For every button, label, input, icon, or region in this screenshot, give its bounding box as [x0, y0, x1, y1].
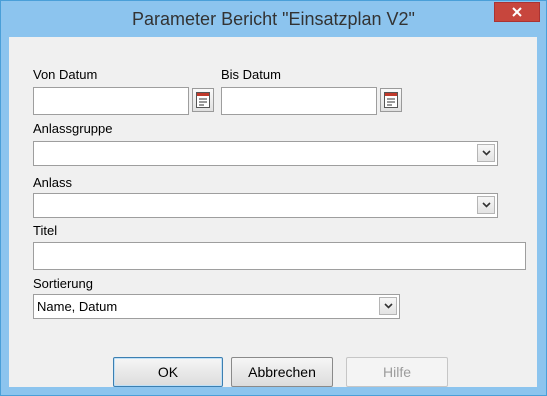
- chevron-down-icon: [482, 202, 491, 208]
- sortierung-select[interactable]: Name, Datum: [33, 294, 400, 319]
- von-datum-input[interactable]: [33, 87, 189, 115]
- calendar-icon: [384, 92, 398, 108]
- bis-datum-label: Bis Datum: [221, 67, 281, 82]
- anlassgruppe-dropdown-button[interactable]: [477, 144, 495, 162]
- titel-label: Titel: [33, 223, 58, 238]
- von-datum-label: Von Datum: [33, 67, 98, 82]
- von-datum-calendar-button[interactable]: [192, 88, 214, 112]
- bis-datum-calendar-button[interactable]: [380, 88, 402, 112]
- titel-input[interactable]: [33, 242, 526, 270]
- dialog-body: Von Datum Bis Datum Anlassgruppe Anlass …: [9, 37, 537, 387]
- dialog-window: Parameter Bericht "Einsatzplan V2" Von D…: [0, 0, 547, 396]
- cancel-button[interactable]: Abbrechen: [231, 357, 333, 387]
- ok-button[interactable]: OK: [113, 357, 223, 387]
- anlassgruppe-select[interactable]: [33, 141, 498, 166]
- help-button[interactable]: Hilfe: [346, 357, 448, 387]
- close-icon: [512, 7, 522, 17]
- sortierung-dropdown-button[interactable]: [379, 297, 397, 315]
- bis-datum-input[interactable]: [221, 87, 377, 115]
- sortierung-value: Name, Datum: [37, 299, 118, 314]
- window-frame-left: [1, 1, 9, 395]
- window-title: Parameter Bericht "Einsatzplan V2": [132, 9, 415, 29]
- sortierung-label: Sortierung: [33, 276, 93, 291]
- anlass-select[interactable]: [33, 193, 498, 218]
- title-bar[interactable]: Parameter Bericht "Einsatzplan V2": [1, 1, 546, 37]
- chevron-down-icon: [482, 150, 491, 156]
- window-frame-bottom: [1, 387, 546, 395]
- anlassgruppe-label: Anlassgruppe: [33, 121, 113, 136]
- anlass-dropdown-button[interactable]: [477, 196, 495, 214]
- window-frame-right: [537, 1, 546, 395]
- close-button[interactable]: [494, 2, 540, 22]
- anlass-label: Anlass: [33, 175, 73, 190]
- chevron-down-icon: [384, 303, 393, 309]
- calendar-icon: [196, 92, 210, 108]
